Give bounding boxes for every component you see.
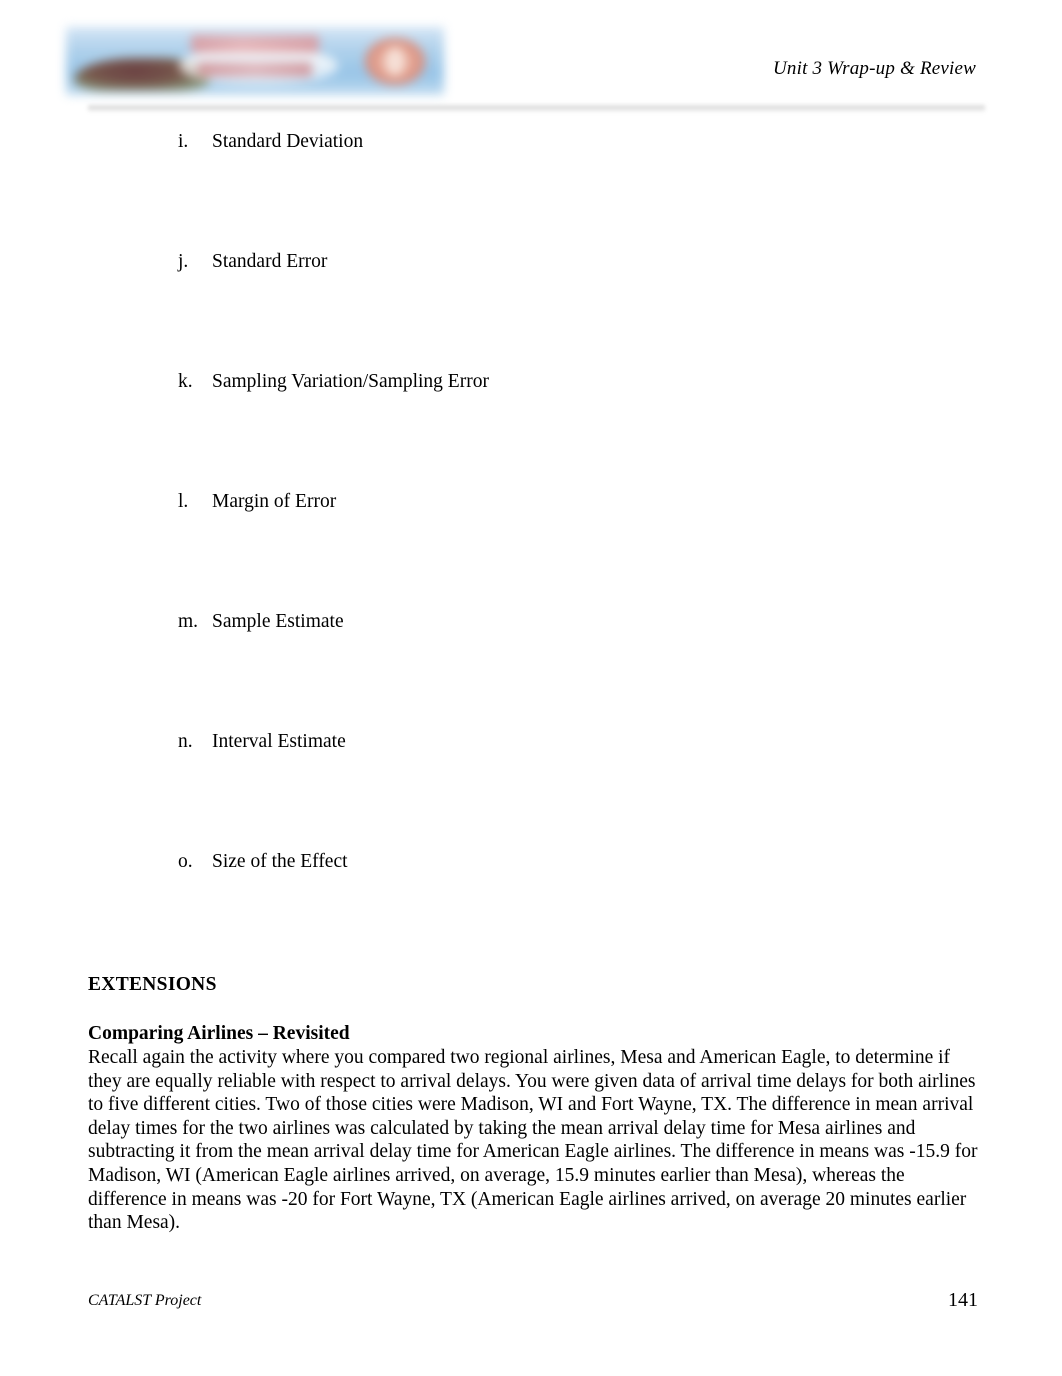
subsection-heading: Comparing Airlines – Revisited [88, 1023, 350, 1044]
list-item-label: Standard Deviation [212, 131, 364, 152]
definition-term-list: i. Standard Deviation j. Standard Error … [0, 131, 1062, 971]
section-heading: EXTENSIONS [88, 974, 217, 995]
list-item-label: Size of the Effect [212, 851, 348, 872]
list-item-marker: j. [178, 251, 189, 272]
banner-subtitle-text-block [198, 62, 312, 78]
list-item: m. Sample Estimate [0, 611, 1062, 731]
header-title: Unit 3 Wrap-up & Review [772, 58, 976, 79]
list-item: k. Sampling Variation/Sampling Error [0, 371, 1062, 491]
list-item-marker: i. [178, 131, 189, 152]
subsection-body-text: Recall again the activity where you comp… [88, 1047, 978, 1234]
list-item: l. Margin of Error [0, 491, 1062, 611]
footer-project-label: CATALST Project [88, 1292, 202, 1309]
page-footer: CATALST Project 141 [88, 1289, 978, 1322]
list-item: i. Standard Deviation [0, 131, 1062, 251]
header-divider [88, 104, 985, 112]
list-item-label: Sampling Variation/Sampling Error [212, 371, 489, 392]
list-item-label: Standard Error [212, 251, 328, 272]
list-item: o. Size of the Effect [0, 851, 1062, 971]
comparing-airlines-subsection: Comparing Airlines – Revisited Recall ag… [88, 1023, 978, 1235]
list-item: j. Standard Error [0, 251, 1062, 371]
page-header: Unit 3 Wrap-up & Review [0, 0, 1062, 130]
list-item-marker: k. [178, 371, 193, 392]
list-item-label: Margin of Error [212, 491, 337, 512]
banner-title-text-block [190, 35, 320, 53]
list-item-marker: n. [178, 731, 193, 752]
list-item-marker: m. [178, 611, 199, 632]
page-number: 141 [948, 1289, 978, 1311]
catalst-banner-image [66, 27, 444, 95]
list-item-marker: o. [178, 851, 193, 872]
list-item: n. Interval Estimate [0, 731, 1062, 851]
list-item-label: Interval Estimate [212, 731, 346, 752]
extensions-section: EXTENSIONS [88, 974, 978, 996]
banner-logo-inner-icon [385, 47, 405, 76]
list-item-marker: l. [178, 491, 189, 512]
list-item-label: Sample Estimate [212, 611, 344, 632]
